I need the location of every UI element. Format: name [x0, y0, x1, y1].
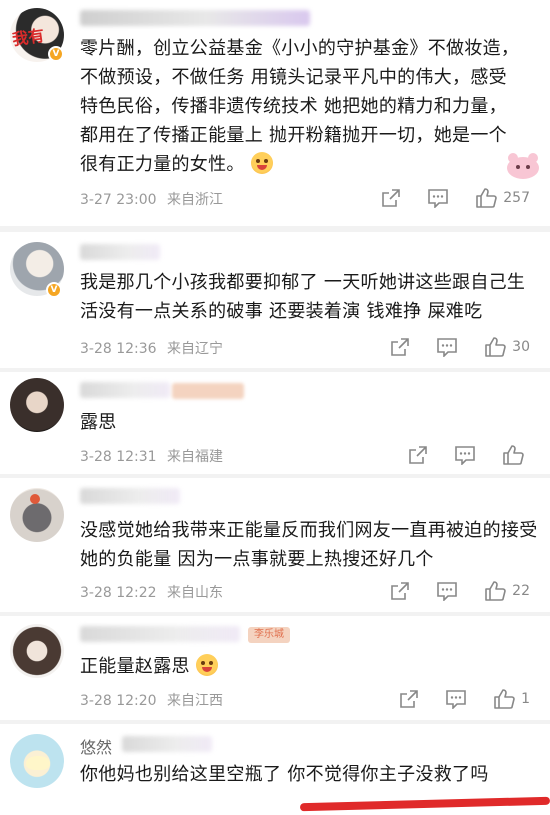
avatar[interactable] [10, 378, 64, 432]
share-button[interactable] [390, 337, 410, 357]
like-count: 257 [503, 190, 530, 206]
divider [0, 226, 550, 232]
comment-text: 露思 [80, 412, 117, 433]
username-blurred[interactable] [80, 244, 160, 260]
comment-icon [437, 338, 457, 357]
share-icon [391, 582, 409, 600]
comment-location: 来自福建 [167, 449, 224, 465]
comment-location: 来自浙江 [167, 192, 224, 208]
username-blurred[interactable] [80, 382, 170, 398]
like-count: 22 [512, 583, 530, 599]
comment-location: 来自辽宁 [167, 341, 224, 357]
comment-icon [437, 582, 457, 601]
comment-button[interactable] [427, 188, 449, 208]
comment-text-content: 正能量赵露思 [80, 656, 190, 677]
comment-text: 我是那几个小孩我都要抑郁了 一天听她讲这些跟自己生活没有一点关系的破事 还要装着… [80, 272, 526, 322]
comment-actions: 257 [355, 186, 530, 210]
like-icon [485, 581, 506, 601]
comment-text: 正能量赵露思 [80, 652, 535, 681]
verified-badge-icon: V [48, 46, 64, 62]
username-blurred[interactable] [80, 10, 310, 26]
comment-location: 来自山东 [167, 585, 224, 601]
comment-actions: 22 [364, 579, 530, 603]
comment-button[interactable] [436, 337, 458, 357]
comment-location: 来自江西 [167, 693, 224, 709]
share-button[interactable] [408, 445, 428, 465]
share-button[interactable] [381, 188, 401, 208]
like-icon [503, 445, 524, 465]
comment-time: 3-27 23:00 [80, 192, 157, 208]
like-icon [494, 689, 515, 709]
avatar[interactable] [10, 624, 64, 678]
like-button[interactable]: 257 [475, 187, 530, 209]
share-icon [391, 338, 409, 356]
red-highlight-stroke [299, 796, 550, 812]
comment-meta: 3-28 12:20 来自江西 [80, 690, 223, 710]
like-button[interactable]: 22 [484, 580, 530, 602]
comment-time: 3-28 12:20 [80, 693, 157, 709]
comment-button[interactable] [436, 581, 458, 601]
like-count: 1 [521, 691, 530, 707]
like-button[interactable]: 1 [493, 688, 530, 710]
fan-tag: 李乐城 [248, 627, 290, 643]
comment-text: 你他妈也别给这里空瓶了 你不觉得你主子没救了吗 [80, 764, 489, 785]
share-button[interactable] [399, 689, 419, 709]
username-blurred[interactable] [80, 626, 240, 642]
comment-meta: 3-28 12:31 来自福建 [80, 446, 223, 466]
comment-meta: 3-28 12:36 来自辽宁 [80, 338, 223, 358]
sticker-icon [507, 153, 539, 179]
divider [0, 720, 550, 724]
comment-actions: 1 [373, 687, 530, 711]
share-icon [400, 690, 418, 708]
comment-time: 3-28 12:22 [80, 585, 157, 601]
comment-meta: 3-28 12:22 来自山东 [80, 582, 223, 602]
avatar[interactable] [10, 734, 64, 788]
comment-icon [446, 690, 466, 709]
comment-button[interactable] [445, 689, 467, 709]
comment-button[interactable] [454, 445, 476, 465]
comment-meta: 3-27 23:00 来自浙江 [80, 189, 223, 209]
like-count: 30 [512, 339, 530, 355]
username[interactable]: 悠然 [80, 734, 112, 758]
share-button[interactable] [390, 581, 410, 601]
comment-text: 零片酬，创立公益基金《小小的守护基金》不做妆造，不做预设，不做任务 用镜头记录平… [80, 38, 520, 175]
username-blurred[interactable] [80, 488, 180, 504]
comment-actions: 30 [364, 335, 530, 359]
like-icon [485, 337, 506, 357]
comment-text: 没感觉她给我带来正能量反而我们网友一直再被迫的接受她的负能量 因为一点事就要上热… [80, 520, 538, 570]
comment-time: 3-28 12:36 [80, 341, 157, 357]
like-icon [476, 188, 498, 208]
laughing-emoji-icon [195, 654, 218, 676]
divider [0, 368, 550, 372]
comment-icon [428, 189, 449, 208]
divider [0, 612, 550, 616]
share-icon [382, 189, 401, 207]
comment-actions [382, 443, 530, 467]
divider [0, 474, 550, 478]
verified-badge-icon: V [46, 282, 62, 298]
avatar[interactable] [10, 488, 64, 542]
comment-time: 3-28 12:31 [80, 449, 157, 465]
fan-tag [172, 383, 244, 399]
like-button[interactable]: 30 [484, 336, 530, 358]
share-icon [409, 446, 427, 464]
comment-icon [455, 446, 475, 465]
username-blurred[interactable] [122, 736, 212, 752]
like-button[interactable] [502, 444, 530, 466]
laughing-emoji-icon [250, 152, 273, 174]
